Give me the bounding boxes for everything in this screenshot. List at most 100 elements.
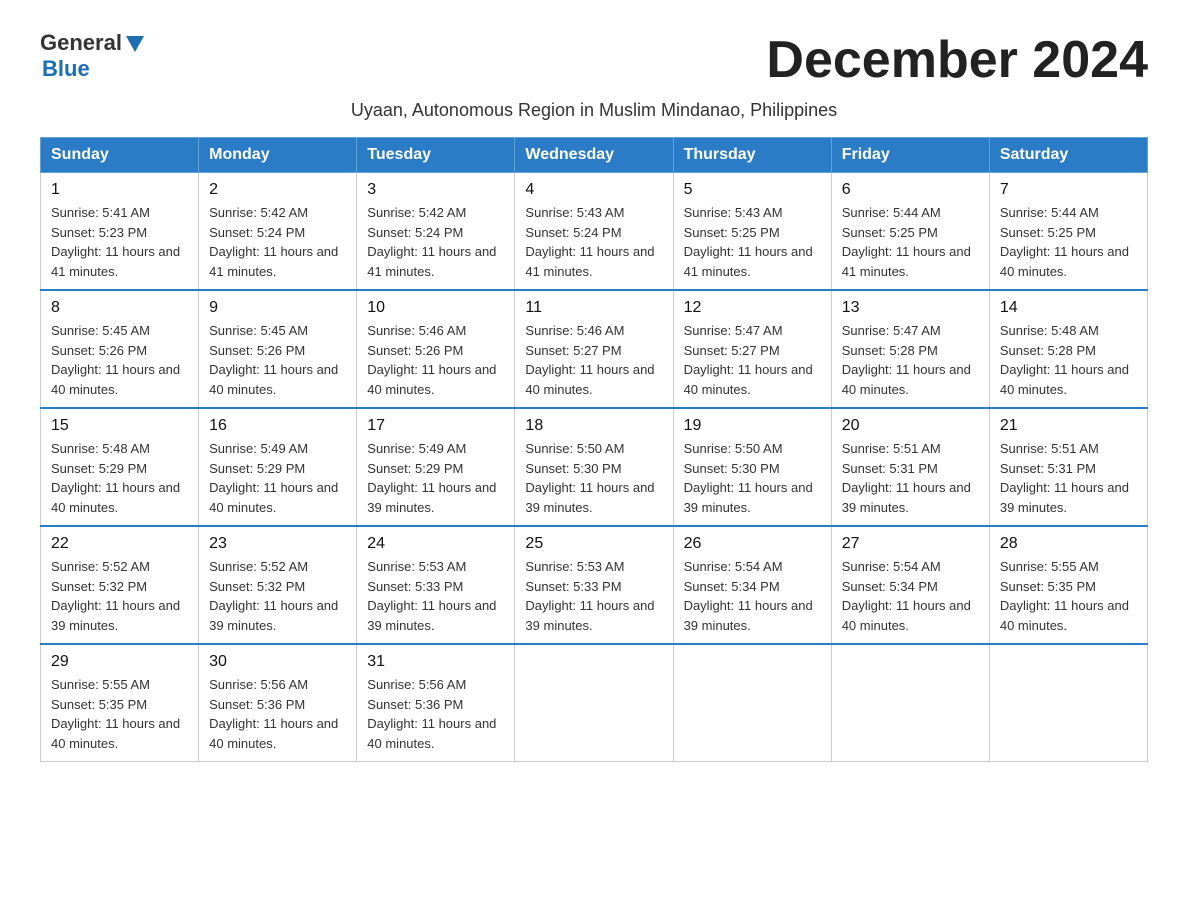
- calendar-week-row: 15 Sunrise: 5:48 AMSunset: 5:29 PMDaylig…: [41, 408, 1148, 526]
- calendar-day-cell: 7 Sunrise: 5:44 AMSunset: 5:25 PMDayligh…: [989, 173, 1147, 291]
- day-number: 18: [525, 417, 662, 435]
- calendar-day-cell: 16 Sunrise: 5:49 AMSunset: 5:29 PMDaylig…: [199, 408, 357, 526]
- day-number: 21: [1000, 417, 1137, 435]
- calendar-day-cell: 29 Sunrise: 5:55 AMSunset: 5:35 PMDaylig…: [41, 644, 199, 762]
- calendar-week-row: 29 Sunrise: 5:55 AMSunset: 5:35 PMDaylig…: [41, 644, 1148, 762]
- calendar-day-cell: 18 Sunrise: 5:50 AMSunset: 5:30 PMDaylig…: [515, 408, 673, 526]
- day-number: 28: [1000, 535, 1137, 553]
- calendar-day-cell: 31 Sunrise: 5:56 AMSunset: 5:36 PMDaylig…: [357, 644, 515, 762]
- day-number: 25: [525, 535, 662, 553]
- day-info: Sunrise: 5:55 AMSunset: 5:35 PMDaylight:…: [51, 677, 180, 751]
- weekday-header-tuesday: Tuesday: [357, 138, 515, 173]
- day-number: 9: [209, 299, 346, 317]
- calendar-day-cell: 9 Sunrise: 5:45 AMSunset: 5:26 PMDayligh…: [199, 290, 357, 408]
- day-number: 1: [51, 181, 188, 199]
- day-info: Sunrise: 5:49 AMSunset: 5:29 PMDaylight:…: [367, 441, 496, 515]
- day-info: Sunrise: 5:54 AMSunset: 5:34 PMDaylight:…: [684, 559, 813, 633]
- calendar-day-cell: 19 Sunrise: 5:50 AMSunset: 5:30 PMDaylig…: [673, 408, 831, 526]
- day-number: 14: [1000, 299, 1137, 317]
- day-info: Sunrise: 5:51 AMSunset: 5:31 PMDaylight:…: [1000, 441, 1129, 515]
- day-number: 23: [209, 535, 346, 553]
- day-info: Sunrise: 5:43 AMSunset: 5:24 PMDaylight:…: [525, 205, 654, 279]
- weekday-header-friday: Friday: [831, 138, 989, 173]
- calendar-day-cell: 26 Sunrise: 5:54 AMSunset: 5:34 PMDaylig…: [673, 526, 831, 644]
- day-info: Sunrise: 5:49 AMSunset: 5:29 PMDaylight:…: [209, 441, 338, 515]
- calendar-day-cell: 30 Sunrise: 5:56 AMSunset: 5:36 PMDaylig…: [199, 644, 357, 762]
- calendar-day-cell: [673, 644, 831, 762]
- day-number: 24: [367, 535, 504, 553]
- calendar-day-cell: 28 Sunrise: 5:55 AMSunset: 5:35 PMDaylig…: [989, 526, 1147, 644]
- day-info: Sunrise: 5:47 AMSunset: 5:28 PMDaylight:…: [842, 323, 971, 397]
- logo-triangle-icon: [124, 34, 146, 54]
- day-info: Sunrise: 5:45 AMSunset: 5:26 PMDaylight:…: [51, 323, 180, 397]
- calendar-day-cell: 21 Sunrise: 5:51 AMSunset: 5:31 PMDaylig…: [989, 408, 1147, 526]
- day-number: 12: [684, 299, 821, 317]
- day-info: Sunrise: 5:51 AMSunset: 5:31 PMDaylight:…: [842, 441, 971, 515]
- day-number: 7: [1000, 181, 1137, 199]
- calendar-day-cell: 13 Sunrise: 5:47 AMSunset: 5:28 PMDaylig…: [831, 290, 989, 408]
- calendar-day-cell: 17 Sunrise: 5:49 AMSunset: 5:29 PMDaylig…: [357, 408, 515, 526]
- calendar-week-row: 8 Sunrise: 5:45 AMSunset: 5:26 PMDayligh…: [41, 290, 1148, 408]
- day-info: Sunrise: 5:44 AMSunset: 5:25 PMDaylight:…: [1000, 205, 1129, 279]
- day-number: 4: [525, 181, 662, 199]
- calendar-day-cell: [515, 644, 673, 762]
- day-info: Sunrise: 5:50 AMSunset: 5:30 PMDaylight:…: [525, 441, 654, 515]
- day-info: Sunrise: 5:46 AMSunset: 5:26 PMDaylight:…: [367, 323, 496, 397]
- day-info: Sunrise: 5:55 AMSunset: 5:35 PMDaylight:…: [1000, 559, 1129, 633]
- calendar-day-cell: 27 Sunrise: 5:54 AMSunset: 5:34 PMDaylig…: [831, 526, 989, 644]
- calendar-day-cell: 24 Sunrise: 5:53 AMSunset: 5:33 PMDaylig…: [357, 526, 515, 644]
- calendar-day-cell: 2 Sunrise: 5:42 AMSunset: 5:24 PMDayligh…: [199, 173, 357, 291]
- day-number: 6: [842, 181, 979, 199]
- calendar-day-cell: 14 Sunrise: 5:48 AMSunset: 5:28 PMDaylig…: [989, 290, 1147, 408]
- location-subtitle: Uyaan, Autonomous Region in Muslim Minda…: [40, 100, 1148, 121]
- calendar-day-cell: 3 Sunrise: 5:42 AMSunset: 5:24 PMDayligh…: [357, 173, 515, 291]
- day-number: 2: [209, 181, 346, 199]
- logo-text-general: General: [40, 30, 122, 56]
- calendar-day-cell: 1 Sunrise: 5:41 AMSunset: 5:23 PMDayligh…: [41, 173, 199, 291]
- calendar-day-cell: 25 Sunrise: 5:53 AMSunset: 5:33 PMDaylig…: [515, 526, 673, 644]
- day-number: 16: [209, 417, 346, 435]
- calendar-day-cell: 20 Sunrise: 5:51 AMSunset: 5:31 PMDaylig…: [831, 408, 989, 526]
- day-info: Sunrise: 5:48 AMSunset: 5:28 PMDaylight:…: [1000, 323, 1129, 397]
- day-number: 11: [525, 299, 662, 317]
- calendar-day-cell: 5 Sunrise: 5:43 AMSunset: 5:25 PMDayligh…: [673, 173, 831, 291]
- calendar-day-cell: 15 Sunrise: 5:48 AMSunset: 5:29 PMDaylig…: [41, 408, 199, 526]
- weekday-header-wednesday: Wednesday: [515, 138, 673, 173]
- day-number: 27: [842, 535, 979, 553]
- calendar-day-cell: [831, 644, 989, 762]
- day-info: Sunrise: 5:44 AMSunset: 5:25 PMDaylight:…: [842, 205, 971, 279]
- day-number: 26: [684, 535, 821, 553]
- day-number: 13: [842, 299, 979, 317]
- day-info: Sunrise: 5:56 AMSunset: 5:36 PMDaylight:…: [209, 677, 338, 751]
- day-info: Sunrise: 5:56 AMSunset: 5:36 PMDaylight:…: [367, 677, 496, 751]
- page-header: General Blue December 2024: [40, 30, 1148, 90]
- day-info: Sunrise: 5:47 AMSunset: 5:27 PMDaylight:…: [684, 323, 813, 397]
- day-info: Sunrise: 5:53 AMSunset: 5:33 PMDaylight:…: [525, 559, 654, 633]
- calendar-day-cell: 6 Sunrise: 5:44 AMSunset: 5:25 PMDayligh…: [831, 173, 989, 291]
- day-number: 8: [51, 299, 188, 317]
- day-number: 20: [842, 417, 979, 435]
- day-info: Sunrise: 5:46 AMSunset: 5:27 PMDaylight:…: [525, 323, 654, 397]
- calendar-day-cell: 12 Sunrise: 5:47 AMSunset: 5:27 PMDaylig…: [673, 290, 831, 408]
- day-info: Sunrise: 5:53 AMSunset: 5:33 PMDaylight:…: [367, 559, 496, 633]
- weekday-header-row: SundayMondayTuesdayWednesdayThursdayFrid…: [41, 138, 1148, 173]
- calendar-day-cell: 11 Sunrise: 5:46 AMSunset: 5:27 PMDaylig…: [515, 290, 673, 408]
- day-info: Sunrise: 5:54 AMSunset: 5:34 PMDaylight:…: [842, 559, 971, 633]
- weekday-header-thursday: Thursday: [673, 138, 831, 173]
- month-title: December 2024: [766, 30, 1148, 90]
- calendar-day-cell: 22 Sunrise: 5:52 AMSunset: 5:32 PMDaylig…: [41, 526, 199, 644]
- weekday-header-saturday: Saturday: [989, 138, 1147, 173]
- calendar-table: SundayMondayTuesdayWednesdayThursdayFrid…: [40, 137, 1148, 762]
- calendar-day-cell: [989, 644, 1147, 762]
- day-number: 5: [684, 181, 821, 199]
- day-info: Sunrise: 5:43 AMSunset: 5:25 PMDaylight:…: [684, 205, 813, 279]
- weekday-header-monday: Monday: [199, 138, 357, 173]
- calendar-day-cell: 10 Sunrise: 5:46 AMSunset: 5:26 PMDaylig…: [357, 290, 515, 408]
- day-info: Sunrise: 5:42 AMSunset: 5:24 PMDaylight:…: [367, 205, 496, 279]
- day-info: Sunrise: 5:50 AMSunset: 5:30 PMDaylight:…: [684, 441, 813, 515]
- day-info: Sunrise: 5:52 AMSunset: 5:32 PMDaylight:…: [51, 559, 180, 633]
- calendar-week-row: 22 Sunrise: 5:52 AMSunset: 5:32 PMDaylig…: [41, 526, 1148, 644]
- day-number: 19: [684, 417, 821, 435]
- day-number: 22: [51, 535, 188, 553]
- day-number: 15: [51, 417, 188, 435]
